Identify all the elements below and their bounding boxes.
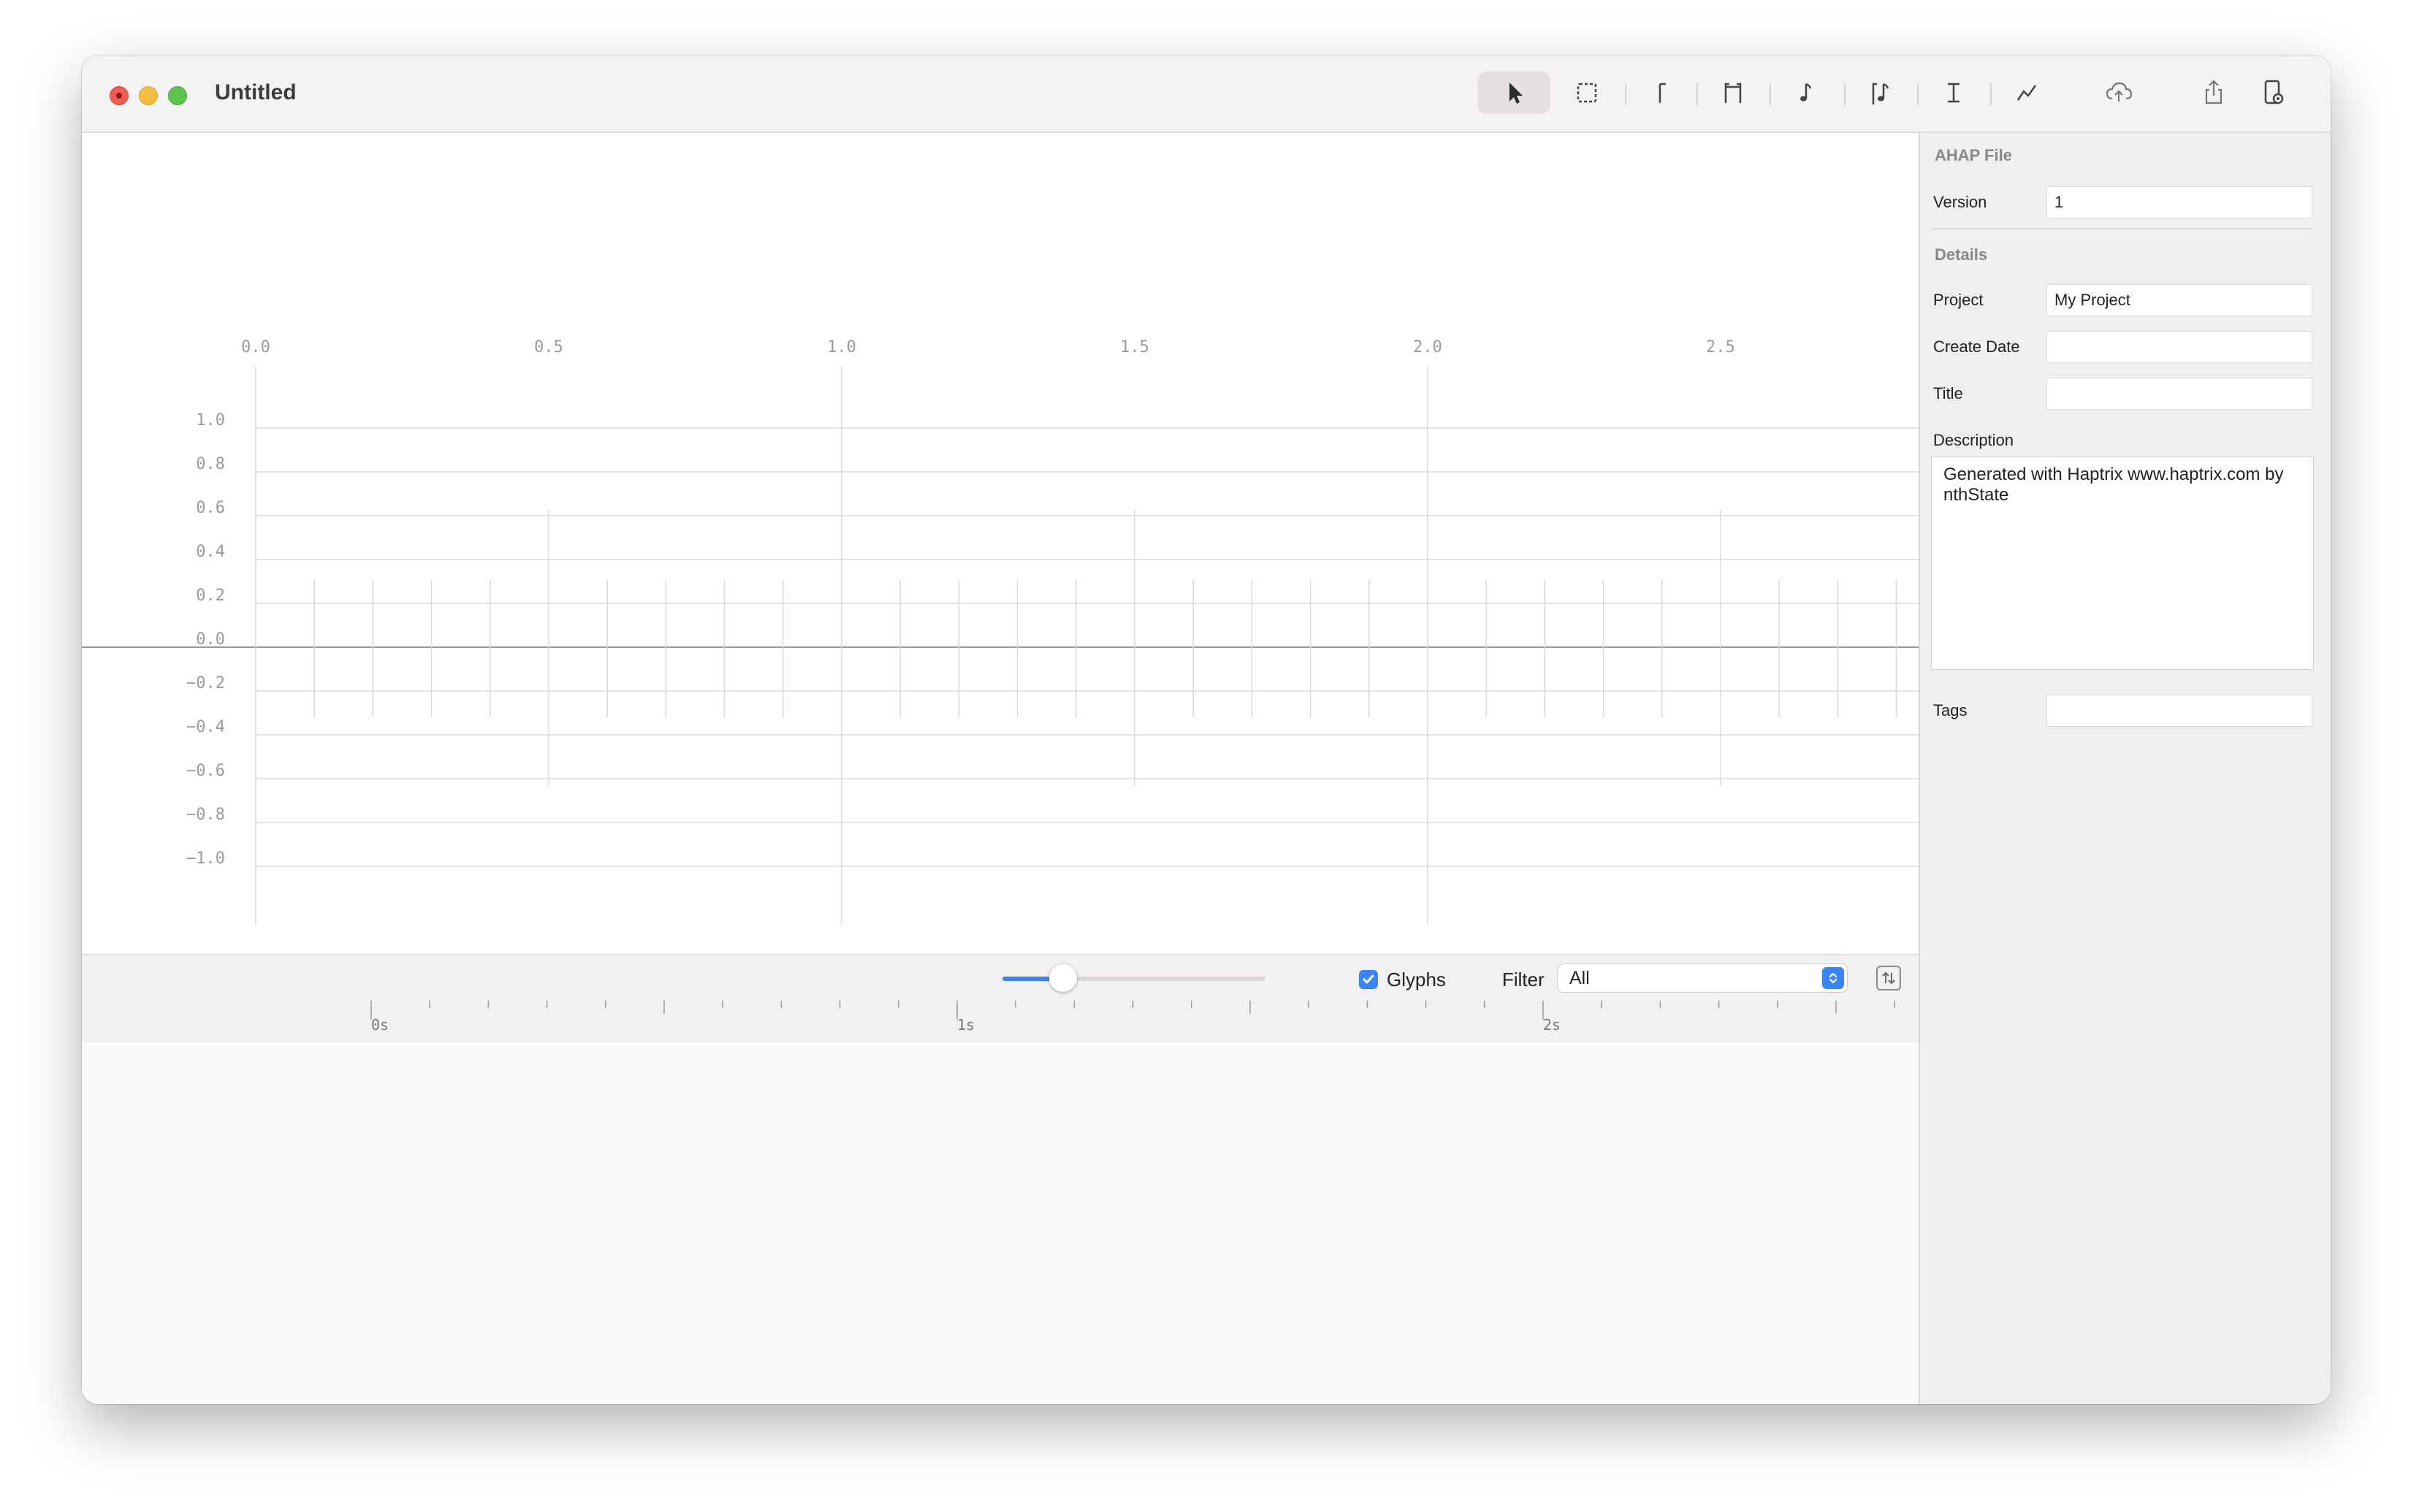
glyphs-checkbox[interactable] [1359, 970, 1378, 989]
close-dot-icon [116, 93, 122, 99]
x-axis-label: 1.5 [1120, 338, 1149, 356]
window-title: Untitled [215, 80, 297, 104]
filter-label: Filter [1502, 969, 1545, 990]
version-label: Version [1933, 193, 1987, 211]
transient-tool-button[interactable] [1625, 72, 1698, 114]
y-axis-label: 1.0 [196, 411, 225, 429]
zoom-slider-knob[interactable] [1048, 964, 1077, 992]
y-axis-label: 0.8 [196, 455, 225, 473]
x-axis-label: 0.0 [241, 338, 270, 356]
time-ruler[interactable]: 0s 1s 2s [82, 1001, 1919, 1042]
text-tool-button[interactable] [1917, 72, 1990, 114]
curve-icon [2016, 85, 2037, 101]
y-axis-label: −0.4 [186, 718, 225, 736]
x-axis-label: 2.5 [1706, 338, 1735, 356]
app-window: Untitled 1.0 0.8 0.6 0.4 0.2 0.0 −0.2 −0… [82, 56, 2331, 1404]
x-axis-label: 0.5 [534, 338, 563, 356]
ruler-label: 2s [1543, 1016, 1561, 1034]
select-arrows-icon [1822, 967, 1844, 989]
time-ruler-ticks: 0s 1s 2s [370, 1001, 1895, 1034]
y-axis-label: −0.8 [186, 806, 225, 824]
tags-field[interactable] [2047, 695, 2312, 726]
x-axis-label: 2.0 [1413, 338, 1442, 356]
audio-continuous-icon [1872, 83, 1889, 104]
music-note-icon [1800, 83, 1812, 102]
title-label: Title [1933, 384, 1963, 402]
audio-tool-button[interactable] [1770, 72, 1843, 114]
cloud-upload-icon [2106, 82, 2133, 102]
y-axis-label: 0.6 [196, 499, 225, 517]
continuous-event-icon [1724, 83, 1742, 103]
title-field[interactable] [2047, 378, 2312, 409]
timeline-controls-bar: Glyphs Filter All [82, 954, 1919, 1002]
glyphs-label: Glyphs [1387, 969, 1446, 990]
ruler-label: 1s [957, 1016, 975, 1034]
details-section-title: Details [1935, 245, 1988, 264]
x-axis-label: 1.0 [827, 338, 856, 356]
continuous-tool-button[interactable] [1696, 72, 1770, 114]
y-axis-label: −0.2 [186, 674, 225, 692]
swap-order-button[interactable] [1876, 966, 1901, 990]
close-button[interactable] [110, 86, 129, 105]
y-axis-label: −1.0 [186, 849, 225, 868]
y-axis-label: 0.4 [196, 543, 225, 561]
phone-settings-icon [2264, 80, 2284, 104]
version-field[interactable]: 1 [2047, 187, 2312, 218]
audio-continuous-tool-button[interactable] [1844, 72, 1917, 114]
y-axis-label: −0.6 [186, 762, 225, 780]
y-axis-label: 0.2 [196, 587, 225, 605]
checkmark-icon [1363, 974, 1374, 984]
filter-value: All [1569, 968, 1590, 988]
title-bar: Untitled [82, 56, 2331, 133]
description-label: Description [1933, 431, 2014, 449]
create-date-field[interactable] [2047, 332, 2312, 362]
filter-select[interactable]: All [1558, 964, 1847, 992]
event-detail-panel [82, 1043, 1919, 1404]
ruler-label: 0s [371, 1016, 389, 1034]
curve-tool-button[interactable] [1990, 72, 2063, 114]
cloud-upload-button[interactable] [2082, 72, 2155, 114]
zoom-button[interactable] [168, 86, 187, 105]
y-axis-label: 0.0 [196, 630, 225, 649]
swap-arrows-icon [1882, 971, 1895, 985]
project-label: Project [1933, 291, 1984, 309]
timeline-grid: 1.0 0.8 0.6 0.4 0.2 0.0 −0.2 −0.4 −0.6 −0.8 −1.0 0.… [82, 338, 1919, 925]
share-icon [2205, 80, 2223, 104]
transient-event-icon [1658, 83, 1666, 103]
dashed-rect-icon [1577, 83, 1597, 103]
cursor-arrow-icon [1509, 83, 1523, 104]
text-cursor-icon [1948, 83, 1959, 103]
description-field[interactable]: Generated with Haptrix www.haptrix.com b… [1932, 457, 2313, 669]
tags-label: Tags [1933, 701, 1968, 719]
section-divider [1932, 228, 2313, 229]
haptic-timeline-canvas[interactable]: 1.0 0.8 0.6 0.4 0.2 0.0 −0.2 −0.4 −0.6 −0.8 −1.0 0.… [82, 133, 1919, 952]
create-date-label: Create Date [1933, 337, 2020, 356]
device-settings-button[interactable] [2236, 72, 2309, 114]
project-field[interactable]: My Project [2047, 285, 2312, 316]
select-tool-button[interactable] [1477, 72, 1550, 114]
ahap-file-section-title: AHAP File [1935, 146, 2012, 164]
inspector-panel: AHAP File Version 1 Details Project My P… [1919, 133, 2331, 1404]
minimize-button[interactable] [139, 86, 158, 105]
marquee-tool-button[interactable] [1550, 72, 1623, 114]
